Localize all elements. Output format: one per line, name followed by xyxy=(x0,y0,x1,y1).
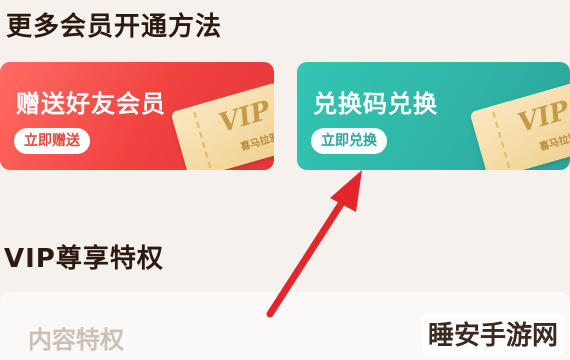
red-pointer-arrow-icon xyxy=(266,170,362,318)
site-watermark: 睡安手游网 xyxy=(421,313,564,354)
